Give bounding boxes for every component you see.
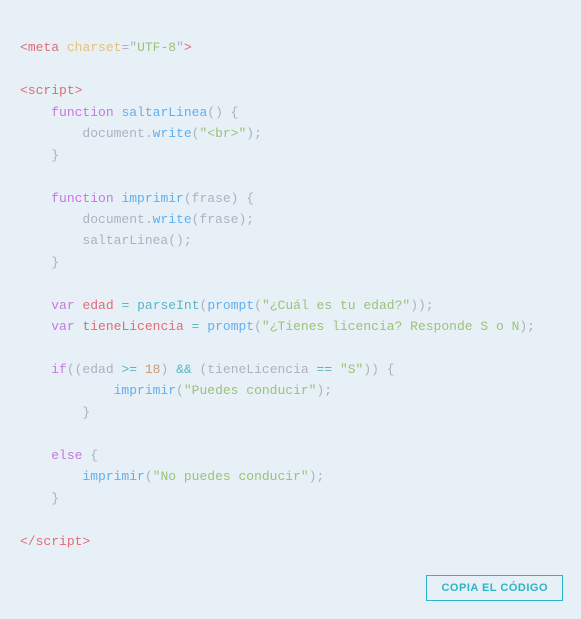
kw-function-1: function bbox=[51, 105, 113, 120]
copy-code-button[interactable]: COPIA EL CÓDIGO bbox=[426, 575, 563, 601]
tag-open: < bbox=[20, 40, 28, 55]
attr-charset-value: UTF-8 bbox=[137, 40, 176, 55]
tag-meta: meta bbox=[28, 40, 59, 55]
code-block: <meta charset="UTF-8"> <script> function… bbox=[20, 16, 561, 552]
attr-charset: charset bbox=[67, 40, 122, 55]
code-container: <meta charset="UTF-8"> <script> function… bbox=[0, 0, 581, 619]
kw-function-2: function bbox=[51, 191, 113, 206]
tag-script-open: script bbox=[28, 83, 75, 98]
tag-script-close: script bbox=[36, 534, 83, 549]
